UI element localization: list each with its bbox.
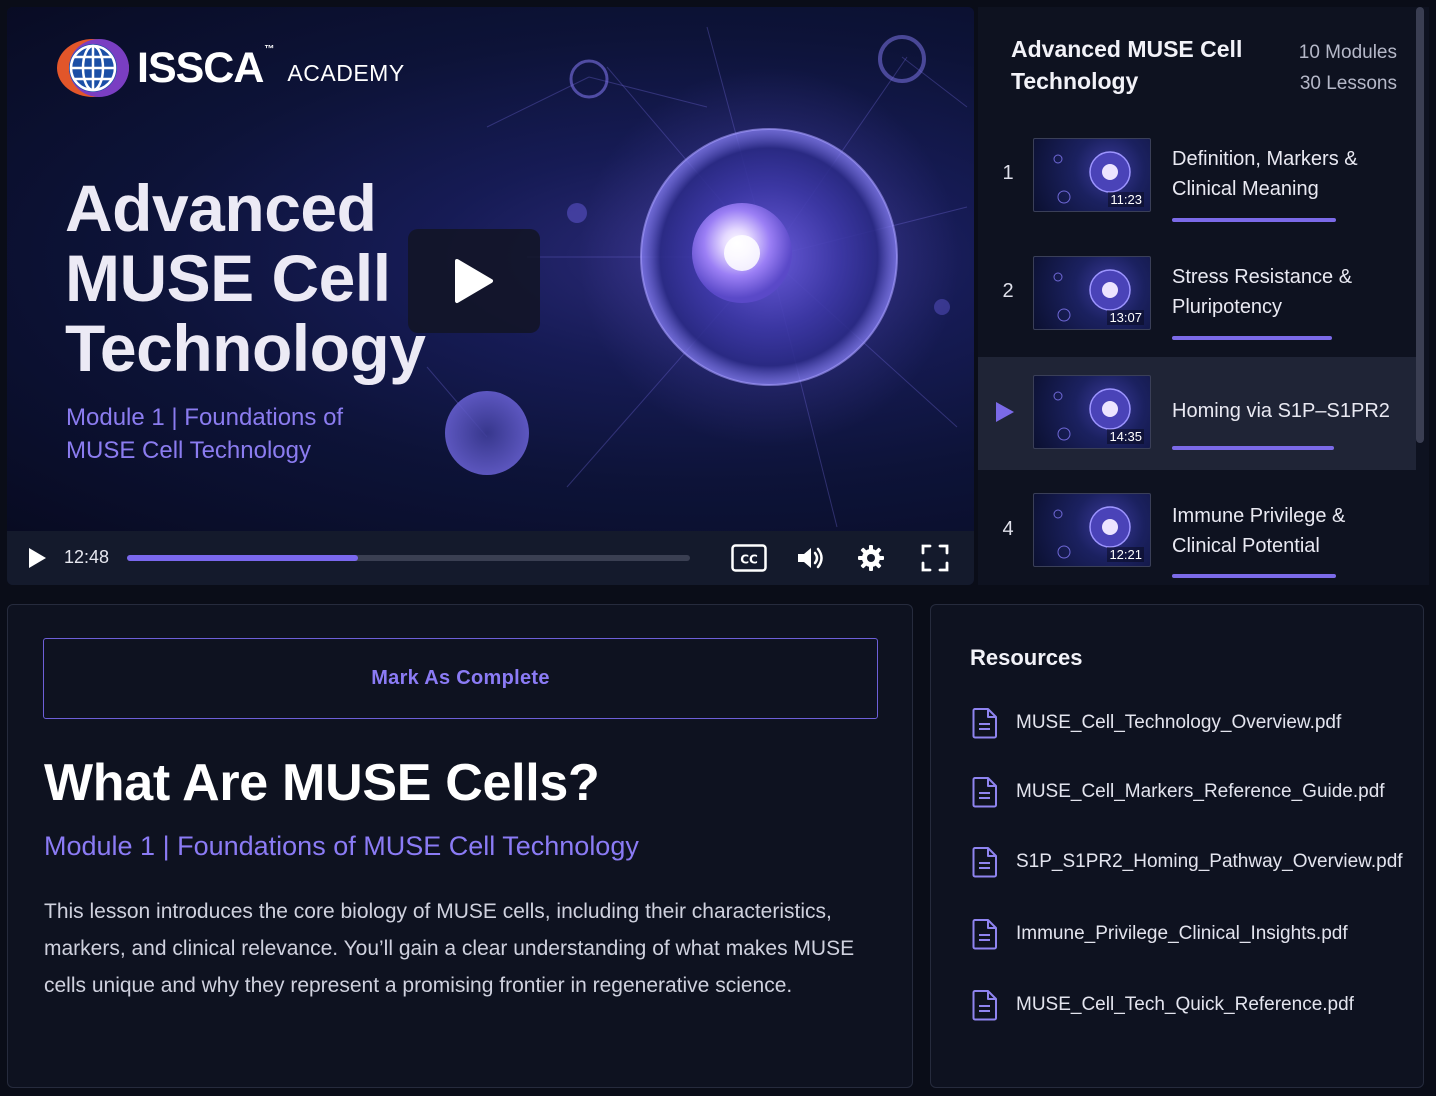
mark-complete-button[interactable]: Mark As Complete bbox=[43, 638, 878, 719]
lesson-duration: 12:21 bbox=[1107, 547, 1144, 562]
resource-file-name: S1P_S1PR2_Homing_Pathway_Overview.pdf bbox=[1016, 851, 1403, 872]
big-play-button[interactable] bbox=[408, 229, 540, 333]
fullscreen-icon bbox=[921, 544, 949, 572]
volume-button[interactable] bbox=[793, 543, 829, 573]
video-controls: 12:48 CC bbox=[7, 531, 974, 585]
lesson-module-subtitle: Module 1 | Foundations of MUSE Cell Tech… bbox=[44, 831, 639, 861]
play-icon bbox=[455, 259, 493, 303]
document-icon bbox=[972, 919, 997, 950]
resources-heading: Resources bbox=[970, 645, 1083, 670]
resource-file-link[interactable]: MUSE_Cell_Technology_Overview.pdf bbox=[971, 705, 1411, 741]
hero-title-line: Technology bbox=[65, 311, 426, 385]
lesson-thumbnail: 11:23 bbox=[1033, 138, 1151, 212]
lesson-item-active[interactable]: 14:35 Homing via S1P–S1PR2 bbox=[978, 357, 1416, 470]
app-root: ISSCA™ ACADEMY Advanced MUSE Cell Techno… bbox=[0, 0, 1436, 1096]
document-icon bbox=[972, 990, 997, 1021]
captions-button[interactable]: CC bbox=[731, 543, 767, 573]
lesson-item[interactable]: 4 12:21 Immune Privilege & Clinical Pote… bbox=[978, 475, 1416, 585]
current-time: 12:48 bbox=[64, 547, 110, 567]
lesson-item[interactable]: 2 13:07 Stress Resistance & Pluripotency bbox=[978, 238, 1416, 351]
resources-panel: Resources MUSE_Cell_Technology_Overview.… bbox=[930, 604, 1424, 1088]
lesson-description: This lesson introduces the core biology … bbox=[44, 900, 855, 997]
resource-file-link[interactable]: S1P_S1PR2_Homing_Pathway_Overview.pdf bbox=[971, 844, 1411, 880]
hero-title-line: MUSE Cell bbox=[65, 241, 391, 315]
lesson-duration: 14:35 bbox=[1107, 429, 1144, 444]
hero-title-line: Advanced bbox=[65, 171, 377, 245]
resource-file-name: Immune_Privilege_Clinical_Insights.pdf bbox=[1016, 923, 1348, 944]
lesson-progress bbox=[1172, 574, 1336, 578]
video-player: ISSCA™ ACADEMY Advanced MUSE Cell Techno… bbox=[7, 7, 974, 585]
lesson-thumbnail: 13:07 bbox=[1033, 256, 1151, 330]
lesson-title: Homing via S1P–S1PR2 bbox=[1172, 400, 1390, 422]
closed-captions-icon: CC bbox=[731, 544, 767, 572]
resource-file-link[interactable]: MUSE_Cell_Tech_Quick_Reference.pdf bbox=[971, 987, 1411, 1023]
video-frame[interactable]: ISSCA™ ACADEMY Advanced MUSE Cell Techno… bbox=[7, 7, 974, 531]
now-playing-icon bbox=[996, 402, 1014, 422]
lesson-title: Definition, Markers & Clinical Meaning bbox=[1172, 148, 1358, 200]
document-icon bbox=[972, 847, 997, 878]
lesson-progress bbox=[1172, 336, 1332, 340]
lesson-details-card: Mark As Complete What Are MUSE Cells? Mo… bbox=[7, 604, 913, 1088]
video-hero-title: Advanced MUSE Cell Technology bbox=[65, 173, 445, 383]
gear-icon bbox=[858, 545, 884, 571]
lesson-thumbnail: 12:21 bbox=[1033, 493, 1151, 567]
document-icon bbox=[972, 777, 997, 808]
lesson-progress bbox=[1172, 446, 1334, 450]
play-button[interactable] bbox=[25, 546, 49, 570]
lesson-number: 2 bbox=[1002, 280, 1014, 302]
course-playlist: Advanced MUSE Cell Technology 10 Modules… bbox=[978, 7, 1429, 585]
lesson-item[interactable]: 1 11:23 Definition, Markers & Clinical M… bbox=[978, 120, 1416, 233]
lesson-title-heading: What Are MUSE Cells? bbox=[44, 754, 600, 812]
resource-file-link[interactable]: Immune_Privilege_Clinical_Insights.pdf bbox=[971, 916, 1411, 952]
progress-bar[interactable] bbox=[127, 555, 690, 561]
module-count: 10 Modules bbox=[1298, 42, 1397, 63]
course-meta: 10 Modules 30 Lessons bbox=[1299, 37, 1397, 99]
resource-file-name: MUSE_Cell_Markers_Reference_Guide.pdf bbox=[1016, 781, 1385, 802]
lesson-number: 4 bbox=[1002, 518, 1014, 540]
volume-icon bbox=[798, 547, 823, 569]
fullscreen-button[interactable] bbox=[917, 543, 953, 573]
course-title: Advanced MUSE Cell Technology bbox=[1011, 36, 1243, 94]
lesson-title: Immune Privilege & Clinical Potential bbox=[1172, 505, 1346, 557]
lesson-duration: 11:23 bbox=[1108, 192, 1144, 207]
lesson-thumbnail: 14:35 bbox=[1033, 375, 1151, 449]
svg-text:CC: CC bbox=[740, 553, 758, 567]
progress-fill bbox=[127, 555, 358, 561]
play-icon bbox=[29, 548, 46, 568]
resource-file-name: MUSE_Cell_Tech_Quick_Reference.pdf bbox=[1016, 994, 1354, 1015]
lesson-duration: 13:07 bbox=[1107, 310, 1144, 325]
playlist-scrollbar[interactable] bbox=[1416, 7, 1424, 443]
brand-name: ISSCA™ bbox=[137, 43, 274, 92]
video-hero-subtitle: Module 1 | Foundations of MUSE Cell Tech… bbox=[66, 404, 344, 464]
resource-file-link[interactable]: MUSE_Cell_Markers_Reference_Guide.pdf bbox=[971, 774, 1411, 810]
document-icon bbox=[972, 708, 997, 739]
lesson-count: 30 Lessons bbox=[1299, 73, 1397, 94]
issca-logo: ISSCA™ ACADEMY bbox=[49, 37, 405, 99]
lesson-progress bbox=[1172, 218, 1336, 222]
globe-logo-icon bbox=[57, 39, 129, 97]
brand-subtitle: ACADEMY bbox=[287, 59, 405, 86]
lesson-title: Stress Resistance & Pluripotency bbox=[1172, 266, 1353, 318]
lesson-number: 1 bbox=[1002, 162, 1014, 184]
settings-button[interactable] bbox=[853, 543, 889, 573]
resource-file-name: MUSE_Cell_Technology_Overview.pdf bbox=[1016, 712, 1342, 733]
